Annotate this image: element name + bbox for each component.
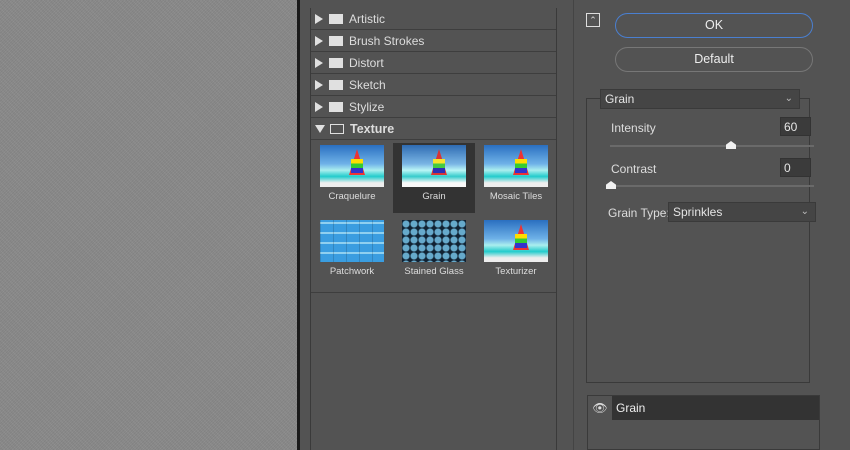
folder-icon [329,35,343,46]
contrast-label: Contrast [611,162,657,176]
collapse-icon [315,124,325,133]
contrast-input[interactable]: 0 [780,158,811,177]
grain-type-select[interactable]: Sprinkles ⌄ [668,202,816,222]
category-artistic[interactable]: Artistic [311,8,556,30]
expand-icon [315,13,323,24]
thumbnail [402,219,466,262]
chevron-down-icon: ⌄ [784,93,793,104]
filter-texturizer[interactable]: Texturizer [475,218,557,288]
filter-select-value: Grain [605,92,635,106]
intensity-input[interactable]: 60 [780,117,811,136]
eye-icon[interactable]: 👁 [588,396,612,420]
texture-thumbnails: Craquelure Grain Mosaic Tiles Patchwork … [311,140,556,293]
thumbnail [320,145,384,187]
collapse-gallery-icon[interactable]: ⌃ [586,13,600,27]
filter-grain[interactable]: Grain [393,143,475,213]
folder-icon [329,13,343,24]
filter-stained-glass[interactable]: Stained Glass [393,218,475,288]
folder-icon [329,57,343,68]
thumbnail [484,219,548,262]
category-label: Artistic [349,11,385,26]
grain-type-value: Sprinkles [673,205,723,219]
folder-icon [329,101,343,112]
category-brush-strokes[interactable]: Brush Strokes [311,30,556,52]
category-label: Texture [350,121,395,136]
expand-icon [315,79,323,90]
default-button[interactable]: Default [615,47,813,72]
thumbnail [484,145,548,187]
effect-layer[interactable]: 👁 Grain [588,396,819,420]
expand-icon [315,35,323,46]
contrast-slider[interactable] [610,185,814,187]
category-texture[interactable]: Texture [311,118,556,140]
expand-icon [315,101,323,112]
filter-label: Texturizer [495,265,537,277]
preview-canvas[interactable] [0,0,297,450]
thumbnail [402,145,466,187]
expand-icon [315,57,323,68]
filter-craquelure[interactable]: Craquelure [311,143,393,213]
thumbnail [320,219,384,262]
filter-label: Craquelure [328,191,376,202]
category-sketch[interactable]: Sketch [311,74,556,96]
divider [297,0,300,450]
folder-icon [329,79,343,90]
folder-open-icon [330,123,344,134]
layer-name: Grain [612,396,819,420]
ok-button[interactable]: OK [615,13,813,38]
filter-list: Artistic Brush Strokes Distort Sketch St… [310,8,557,450]
filter-mosaic-tiles[interactable]: Mosaic Tiles [475,143,557,213]
filter-settings [586,98,810,383]
category-stylize[interactable]: Stylize [311,96,556,118]
filter-label: Mosaic Tiles [489,191,543,202]
panel-divider [573,0,574,450]
category-label: Brush Strokes [349,33,425,48]
category-distort[interactable]: Distort [311,52,556,74]
effect-layers-panel: 👁 Grain [587,395,820,450]
category-label: Stylize [349,99,385,114]
category-label: Distort [349,55,384,70]
filter-patchwork[interactable]: Patchwork [311,218,393,288]
filter-label: Patchwork [329,265,375,277]
filter-label: Grain [422,191,446,202]
category-label: Sketch [349,77,386,92]
intensity-label: Intensity [611,121,656,135]
filter-label: Stained Glass [404,265,464,277]
chevron-down-icon: ⌄ [800,206,809,217]
grain-type-label: Grain Type: [608,206,670,220]
intensity-slider[interactable] [610,145,814,147]
filter-select[interactable]: Grain ⌄ [600,89,800,109]
